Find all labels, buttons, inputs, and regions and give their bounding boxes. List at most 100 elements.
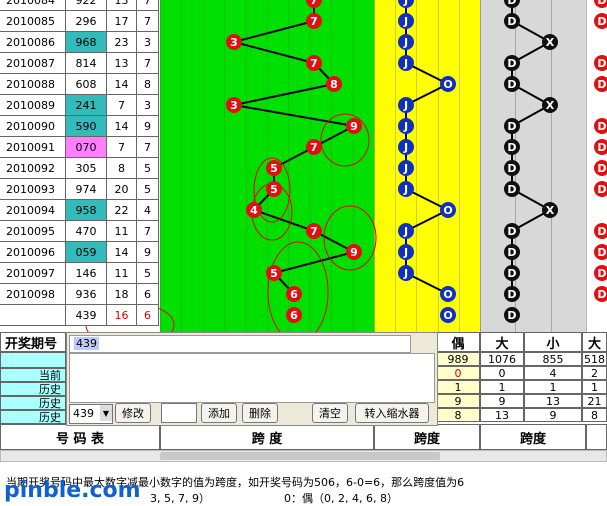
parity-ball: J: [398, 55, 414, 71]
big-header-2: 大: [582, 332, 607, 352]
history-label-3: 历史: [0, 410, 66, 424]
period-cell: 2010091: [0, 137, 66, 158]
period-cell: 2010084: [0, 0, 66, 11]
size-ball: D: [504, 13, 520, 29]
period-cell: 2010086: [0, 32, 66, 53]
number-cell: 296: [66, 11, 107, 32]
span-header-3: 跨度: [480, 424, 586, 450]
stats-label-spacer: [0, 352, 66, 368]
size-ball: D: [504, 55, 520, 71]
span-ball: 6: [286, 286, 302, 302]
span-ball: 8: [326, 76, 342, 92]
stat-even: 0: [436, 366, 480, 380]
span-cell: 9: [137, 242, 159, 263]
header-edge: [586, 424, 607, 450]
edge-mark: D: [594, 223, 607, 239]
span-cell: 7: [137, 137, 159, 158]
size-ball: X: [542, 202, 558, 218]
sum-cell: 17: [107, 11, 137, 32]
transfer-to-filter-button[interactable]: 转入缩水器: [355, 403, 429, 423]
span-cell: 4: [137, 200, 159, 221]
draw-period-label: 开奖期号: [0, 332, 66, 352]
current-label: 当前: [0, 368, 66, 382]
edge-mark: D: [594, 286, 607, 302]
number-cell: 146: [66, 263, 107, 284]
span-header: 跨 度: [160, 424, 374, 450]
sum-cell: 7: [107, 137, 137, 158]
span-header-2: 跨度: [374, 424, 480, 450]
sum-cell: 18: [107, 284, 137, 305]
stat-even: 989: [436, 352, 480, 366]
parity-ball: J: [398, 139, 414, 155]
footer-odd-digits: 3, 5, 7, 9）: [150, 492, 210, 505]
stat-small: 13: [524, 394, 582, 408]
span-ball: 7: [306, 55, 322, 71]
span-ball: 4: [246, 202, 262, 218]
number-select[interactable]: 439 ▼: [69, 404, 113, 424]
watermark-text: pinble.com: [4, 478, 141, 503]
period-cell: 2010090: [0, 116, 66, 137]
history-label-2: 历史: [0, 396, 66, 410]
period-cell: 2010098: [0, 284, 66, 305]
prediction-span-ball: 6: [286, 307, 302, 323]
sum-cell: 13: [107, 53, 137, 74]
annotation-ellipse: [323, 205, 377, 271]
span-ball: 7: [306, 223, 322, 239]
chevron-down-icon[interactable]: ▼: [100, 405, 112, 421]
sum-cell: 22: [107, 200, 137, 221]
span-cell: 5: [137, 158, 159, 179]
scrollbar-thumb[interactable]: [160, 452, 440, 460]
span-cell: 6: [137, 284, 159, 305]
prediction-span-cell: 6: [137, 305, 159, 326]
number-cell: 968: [66, 32, 107, 53]
stat-big: 1076: [480, 352, 524, 366]
sum-cell: 14: [107, 116, 137, 137]
period-cell: 2010088: [0, 74, 66, 95]
edit-number-field[interactable]: [161, 403, 197, 423]
period-cell: 2010093: [0, 179, 66, 200]
span-cell: 7: [137, 221, 159, 242]
sum-cell: 8: [107, 158, 137, 179]
edge-mark: D: [594, 13, 607, 29]
size-ball: D: [504, 223, 520, 239]
number-cell: 059: [66, 242, 107, 263]
number-cell: 814: [66, 53, 107, 74]
stat-far: 21: [582, 394, 607, 408]
span-ball: 7: [306, 13, 322, 29]
parity-ball: O: [440, 202, 456, 218]
number-cell: 590: [66, 116, 107, 137]
history-label-1: 历史: [0, 382, 66, 396]
add-button[interactable]: 添加: [201, 403, 237, 423]
clear-button[interactable]: 清空: [312, 403, 348, 423]
stat-small: 1: [524, 380, 582, 394]
span-cell: 5: [137, 263, 159, 284]
footer-even-digits: 0：偶（0, 2, 4, 6, 8）: [284, 492, 398, 505]
sum-cell: 23: [107, 32, 137, 53]
delete-button[interactable]: 删除: [242, 403, 278, 423]
prediction-size-ball: D: [504, 307, 520, 323]
size-ball: D: [504, 286, 520, 302]
trend-line-segment: [233, 41, 315, 64]
period-cell: 2010096: [0, 242, 66, 263]
sum-cell: 11: [107, 263, 137, 284]
prediction-sum-cell: 16: [107, 305, 137, 326]
edge-mark: D: [594, 265, 607, 281]
number-cell: 608: [66, 74, 107, 95]
modify-button[interactable]: 修改: [115, 403, 151, 423]
edge-mark: D: [594, 244, 607, 260]
size-ball: D: [504, 181, 520, 197]
span-cell: 3: [137, 32, 159, 53]
number-list-area[interactable]: [69, 353, 435, 403]
span-ball: 5: [266, 265, 282, 281]
parity-ball: J: [398, 160, 414, 176]
stat-even: 9: [436, 394, 480, 408]
stat-big: 13: [480, 408, 524, 422]
span-cell: 7: [137, 11, 159, 32]
stat-big: 1: [480, 380, 524, 394]
period-cell: 2010087: [0, 53, 66, 74]
number-input-display[interactable]: 439: [69, 335, 411, 353]
edge-mark: D: [594, 181, 607, 197]
stat-small: 4: [524, 366, 582, 380]
stat-even: 1: [436, 380, 480, 394]
size-ball: D: [504, 76, 520, 92]
